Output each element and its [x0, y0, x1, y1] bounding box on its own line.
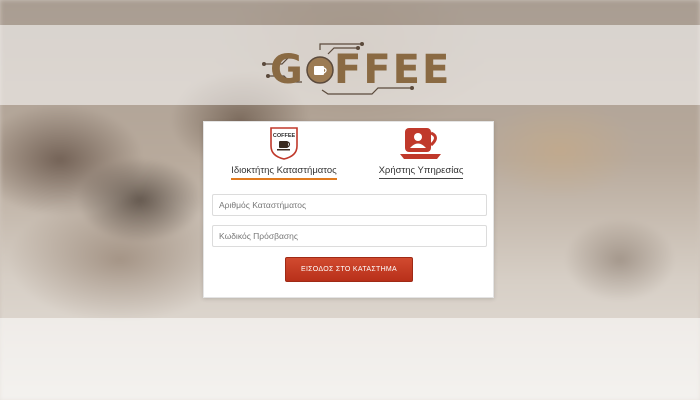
role-owner-icon-wrap: COFFEE [219, 126, 349, 160]
role-tab-service-user[interactable]: Χρήστης Υπηρεσίας [356, 126, 486, 179]
access-code-input[interactable] [212, 225, 487, 247]
role-owner-label: Ιδιοκτήτης Καταστήματος [231, 165, 337, 180]
logo-wordmark-suffix: FFEE [334, 47, 452, 93]
shield-coffee-text: COFFEE [273, 133, 296, 139]
enter-store-button[interactable]: ΕΙΣΟΔΟΣ ΣΤΟ ΚΑΤΑΣΤΗΜΑ [285, 257, 413, 282]
store-number-input[interactable] [212, 194, 487, 216]
footer-band [0, 318, 700, 400]
goffee-logo: G FFEE [262, 42, 462, 96]
coffee-cup-shield-icon: COFFEE [270, 127, 298, 160]
logo-letter-g: G [270, 47, 305, 93]
role-user-label: Χρήστης Υπηρεσίας [378, 165, 464, 179]
role-tab-store-owner[interactable]: COFFEE Ιδιοκτήτης Καταστήματος [219, 126, 349, 180]
login-card: COFFEE Ιδιοκτήτης Καταστήματος Χρήστης Υ… [203, 121, 494, 298]
user-coffee-cup-icon [400, 128, 441, 159]
role-user-icon-wrap [356, 126, 486, 160]
